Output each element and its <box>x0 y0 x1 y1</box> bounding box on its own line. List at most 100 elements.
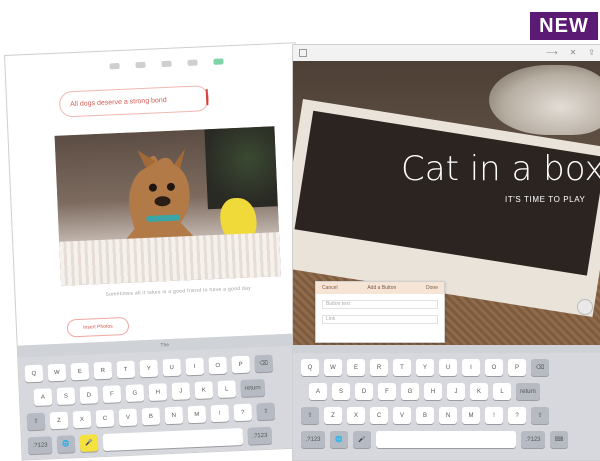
key-i[interactable]: I <box>185 357 205 376</box>
key-h[interactable]: H <box>148 383 168 401</box>
key-t[interactable]: T <box>393 359 411 376</box>
popup-cancel[interactable]: Cancel <box>322 285 338 291</box>
dog-photo <box>54 126 281 286</box>
key-k[interactable]: K <box>194 381 214 399</box>
key-u[interactable]: U <box>439 359 457 376</box>
key-f[interactable]: F <box>102 385 122 404</box>
key-backspace[interactable]: ⌫ <box>531 359 549 376</box>
key-n[interactable]: N <box>164 406 184 425</box>
key-t[interactable]: T <box>116 360 136 379</box>
key-m[interactable]: M <box>187 405 207 424</box>
key-b[interactable]: B <box>141 407 161 426</box>
key-i[interactable]: I <box>462 359 480 376</box>
key-numbers-right[interactable]: .?123 <box>247 426 273 445</box>
button-text-field[interactable]: Button text <box>322 300 438 309</box>
key-y[interactable]: Y <box>139 359 159 378</box>
key-o[interactable]: O <box>485 359 503 376</box>
keyboard-dismiss-icon[interactable]: ⌨ <box>550 431 568 448</box>
new-badge: NEW <box>530 12 598 40</box>
key-a[interactable]: A <box>309 383 327 400</box>
key-p[interactable]: P <box>508 359 526 376</box>
key-w[interactable]: W <box>324 359 342 376</box>
key-n[interactable]: N <box>439 407 457 424</box>
key-m[interactable]: M <box>462 407 480 424</box>
key-v[interactable]: V <box>118 408 138 427</box>
key-c[interactable]: C <box>370 407 388 424</box>
insert-photos-button[interactable]: Insert Photos <box>66 316 130 338</box>
microphone-icon[interactable]: 🎤 <box>353 431 371 448</box>
key-d[interactable]: D <box>355 383 373 400</box>
key-d[interactable]: D <box>79 386 99 405</box>
suggestion-2[interactable]: The <box>160 342 169 348</box>
key-h[interactable]: H <box>424 383 442 400</box>
right-keyboard: Q W E R T Y U I O P ⌫ A S D F G H J K L … <box>293 345 600 460</box>
key-numbers-left[interactable]: .?123 <box>301 431 325 448</box>
key-r[interactable]: R <box>93 361 113 380</box>
toolbar-icon-2[interactable] <box>135 61 146 69</box>
key-return[interactable]: return <box>516 383 540 400</box>
key-question[interactable]: ? <box>233 403 253 422</box>
key-y[interactable]: Y <box>416 359 434 376</box>
key-shift-right[interactable]: ⇧ <box>531 407 549 424</box>
globe-icon[interactable]: 🌐 <box>56 435 76 454</box>
key-x[interactable]: X <box>347 407 365 424</box>
key-c[interactable]: C <box>95 409 115 428</box>
key-shift-right[interactable]: ⇧ <box>256 402 276 421</box>
key-s[interactable]: S <box>332 383 350 400</box>
key-g[interactable]: G <box>125 384 145 402</box>
key-l[interactable]: L <box>493 383 511 400</box>
key-o[interactable]: O <box>208 356 228 375</box>
toolbar-icon-4[interactable] <box>187 59 198 66</box>
key-p[interactable]: P <box>231 355 251 374</box>
key-j[interactable]: J <box>447 383 465 400</box>
toolbar-icon-1[interactable] <box>109 62 120 70</box>
key-numbers-left[interactable]: .?123 <box>27 436 53 455</box>
key-question[interactable]: ? <box>508 407 526 424</box>
text-cursor <box>205 89 209 106</box>
menu-icon[interactable] <box>299 49 307 57</box>
key-shift-left[interactable]: ⇧ <box>301 407 319 424</box>
key-g[interactable]: G <box>401 383 419 400</box>
key-l[interactable]: L <box>217 380 237 398</box>
popup-done[interactable]: Done <box>426 285 438 291</box>
key-exclamation[interactable]: ! <box>485 407 503 424</box>
story-subtitle[interactable]: IT'S TIME TO PLAY <box>505 195 586 204</box>
title-input[interactable]: All dogs deserve a strong bond <box>58 85 210 118</box>
key-u[interactable]: U <box>162 358 182 377</box>
key-e[interactable]: E <box>347 359 365 376</box>
key-x[interactable]: X <box>72 410 92 429</box>
key-f[interactable]: F <box>378 383 396 400</box>
key-v[interactable]: V <box>393 407 411 424</box>
globe-icon[interactable]: 🌐 <box>330 431 348 448</box>
key-z[interactable]: Z <box>49 411 69 430</box>
key-k[interactable]: K <box>470 383 488 400</box>
key-q[interactable]: Q <box>301 359 319 376</box>
toolbar-icon-3[interactable] <box>161 60 172 68</box>
key-backspace[interactable]: ⌫ <box>254 354 274 373</box>
key-j[interactable]: J <box>171 382 191 400</box>
key-z[interactable]: Z <box>324 407 342 424</box>
export-icon[interactable]: ⇪ <box>588 48 595 57</box>
key-b[interactable]: B <box>416 407 434 424</box>
key-q[interactable]: Q <box>24 364 44 383</box>
key-numbers-right[interactable]: .?123 <box>521 431 545 448</box>
key-w[interactable]: W <box>47 363 67 382</box>
key-e[interactable]: E <box>70 362 90 381</box>
microphone-icon[interactable]: 🎤 <box>79 434 99 453</box>
key-r[interactable]: R <box>370 359 388 376</box>
left-device-screen: All dogs deserve a strong bond Sometimes… <box>4 42 314 461</box>
toolbar-icon-active[interactable] <box>213 58 224 65</box>
close-icon[interactable]: ✕ <box>570 48 577 57</box>
key-space[interactable] <box>102 427 244 452</box>
key-return[interactable]: return <box>240 378 266 397</box>
link-field[interactable]: Link <box>322 315 438 324</box>
key-s[interactable]: S <box>56 387 76 406</box>
share-icon[interactable]: ⟶ <box>546 48 557 57</box>
key-shift-left[interactable]: ⇧ <box>26 412 46 431</box>
add-button[interactable] <box>577 299 593 315</box>
key-space[interactable] <box>376 431 516 448</box>
left-keyboard: The Q W E R T Y U I O P ⌫ A S D F G H J … <box>11 332 314 461</box>
story-title[interactable]: Cat in a box <box>401 149 600 189</box>
key-exclamation[interactable]: ! <box>210 404 230 423</box>
key-a[interactable]: A <box>33 388 53 407</box>
